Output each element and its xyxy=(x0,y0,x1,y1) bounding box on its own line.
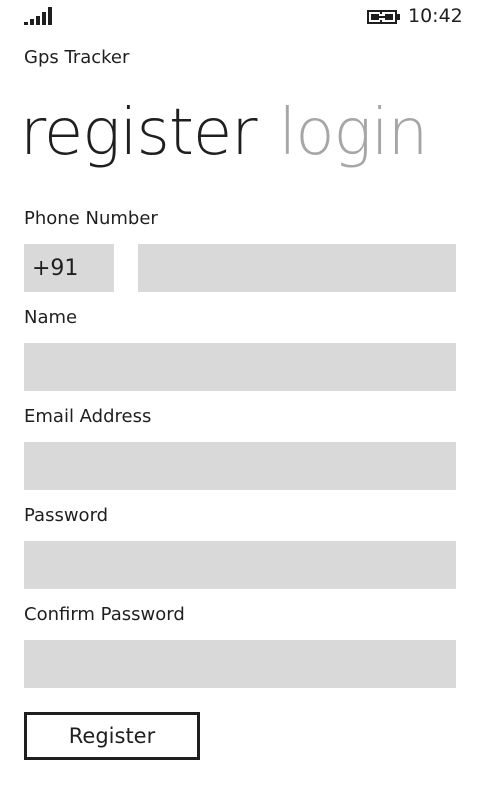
status-time: 10:42 xyxy=(408,5,463,27)
phone-number-field[interactable] xyxy=(138,244,456,292)
register-button[interactable]: Register xyxy=(24,712,200,760)
name-field[interactable] xyxy=(24,343,456,391)
status-bar: 10:42 xyxy=(0,0,480,32)
confirm-password-label: Confirm Password xyxy=(24,604,185,625)
email-address-label: Email Address xyxy=(24,406,152,427)
confirm-password-field[interactable] xyxy=(24,640,456,688)
pivot-tab-register[interactable]: register xyxy=(20,96,258,170)
password-field[interactable] xyxy=(24,541,456,589)
signal-strength-icon xyxy=(24,7,52,25)
battery-charging-icon xyxy=(367,10,400,24)
pivot-header: register login xyxy=(20,93,429,173)
pivot-tab-login[interactable]: login xyxy=(279,96,429,170)
country-code-field[interactable] xyxy=(24,244,114,292)
phone-number-label: Phone Number xyxy=(24,208,158,229)
name-label: Name xyxy=(24,307,78,328)
password-label: Password xyxy=(24,505,109,526)
app-title: Gps Tracker xyxy=(24,47,130,68)
email-field[interactable] xyxy=(24,442,456,490)
